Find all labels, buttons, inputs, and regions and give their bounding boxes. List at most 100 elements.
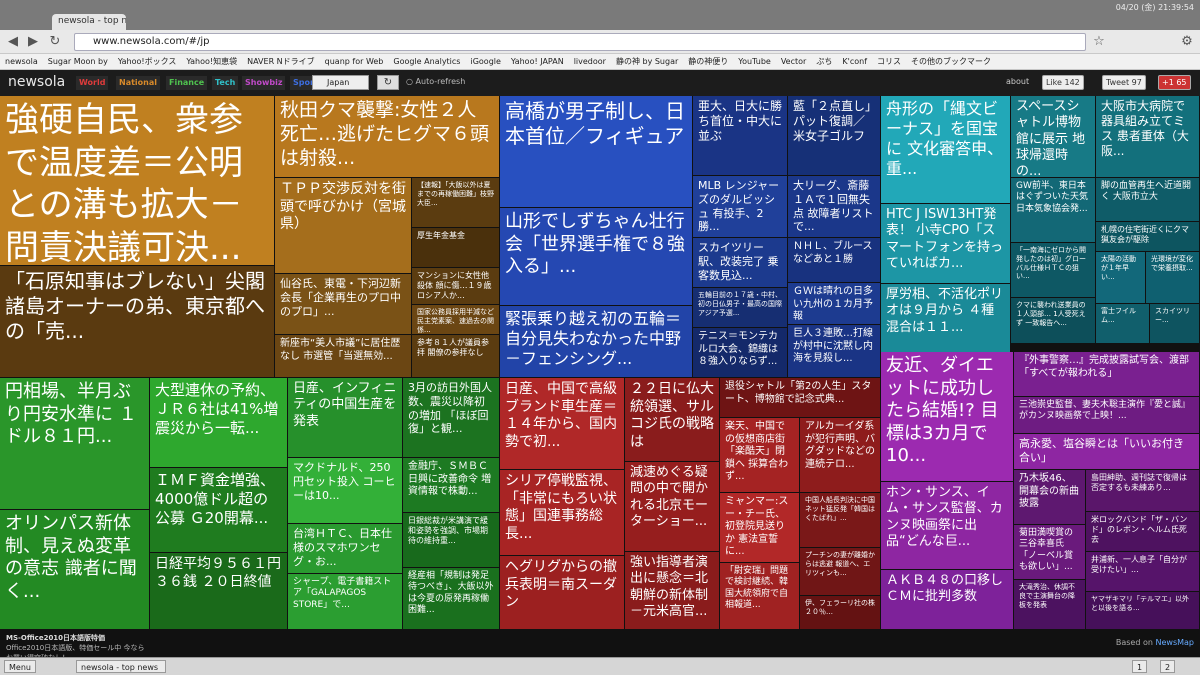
news-tile[interactable]: テニス＝モンテカルロ大会、錦織は８強入りならず... [693, 328, 788, 378]
news-tile[interactable]: 伊、フェラーリ社の株２０％… [800, 596, 881, 630]
taskbar-window[interactable]: newsola - top news at [76, 660, 166, 673]
category-showbiz[interactable]: Showbiz [242, 76, 286, 90]
news-tile[interactable]: 秋田クマ襲撃:女性２人死亡…逃げたヒグマ６頭は射殺... [275, 96, 500, 178]
bookmark-item[interactable]: Yahoo! JAPAN [506, 55, 569, 68]
bookmark-item[interactable]: quanp for Web [320, 55, 389, 68]
news-tile[interactable]: ＩＭＦ資金増強、4000億ドル超の公募 Ｇ20開幕... [150, 468, 288, 553]
back-icon[interactable]: ◀ [4, 33, 22, 51]
news-tile[interactable]: 「尉安瑞」問題で検討継続、韓国大統領府で自相報道... [720, 563, 800, 630]
news-tile[interactable]: HTC J ISW13HT発表！ 小寺CPO「スマートフォンを持っていればカ..… [881, 204, 1011, 284]
bookmark-item[interactable]: YouTube [733, 55, 776, 68]
news-tile[interactable]: 強い指導者演出に懸念＝北朝鮮の新体制－元米高官... [625, 552, 720, 630]
news-tile[interactable]: 大滝秀治、休調不良で主演舞台の降板を発表 [1014, 580, 1086, 630]
news-tile[interactable]: 島田紳助、週刊誌で復帰は否定するも未練あり... [1086, 470, 1200, 512]
news-tile[interactable]: ＡＫＢ４８の口移しＣＭに批判多数 [881, 570, 1014, 630]
auto-refresh-toggle[interactable]: ○ Auto-refresh [406, 77, 465, 86]
news-tile[interactable]: 山形でしずちゃん壮行会「世界選手権で８強入る」... [500, 208, 693, 306]
address-bar[interactable]: www.newsola.com/#/jp [74, 33, 1086, 51]
news-tile[interactable]: ヘグリグからの撤兵表明＝南スーダン [500, 556, 625, 630]
wrench-icon[interactable]: ⚙ [1178, 33, 1196, 51]
news-tile[interactable]: 3月の訪日外国人数、震災以降初の増加 「ほぼ回復」と観... [403, 378, 500, 458]
bookmark-item[interactable]: ぷち [811, 54, 837, 69]
language-select[interactable]: Japan [312, 75, 369, 90]
news-tile[interactable]: MLB レンジャーズのダルビッシュ 有投手、2勝... [693, 176, 788, 238]
news-tile[interactable]: 日産、インフィニティの中国生産を発表 [288, 378, 403, 458]
news-tile[interactable]: 日銀総裁が米講演で緩和姿勢を強調、市場期待の維持重... [403, 513, 500, 568]
bookmark-item[interactable]: newsola [0, 55, 43, 68]
category-finance[interactable]: Finance [166, 76, 208, 90]
news-tile[interactable]: 日経平均９５６１円３６銭 ２０日終値 [150, 553, 288, 630]
site-logo[interactable]: newsola [8, 74, 65, 90]
news-tile[interactable]: 退役シャトル「第2の人生」スタート、博物館で記念式典... [720, 378, 881, 418]
news-tile[interactable]: 太陽の活動が１年早い... [1096, 252, 1146, 304]
news-tile[interactable]: ヤマザキマリ「テルマエ」以外と以後を語る... [1086, 592, 1200, 630]
bookmark-item[interactable]: iGoogle [465, 55, 505, 68]
news-tile[interactable]: GW前半、東日本はぐずついた天気 日本気象協会発... [1011, 178, 1096, 243]
start-menu-button[interactable]: Menu [4, 660, 36, 673]
plusone-button[interactable]: +1 65 [1158, 75, 1191, 90]
news-tile[interactable]: マンションに女性他殺体 顔に傷…１９歳ロシア人か... [412, 268, 500, 305]
news-tile[interactable]: 経産相「規制は発足待つべき」、大飯以外は今夏の原発再稼働困難... [403, 568, 500, 630]
news-tile[interactable]: 「一南海にゼロから開発したのは初」グローバル仕様ＨＴＣの狙い... [1011, 243, 1096, 298]
reload-icon[interactable]: ↻ [46, 33, 64, 51]
news-tile[interactable]: クマに襲われ送業員の１人頭部… 1人受死えず 一致報告へ... [1011, 298, 1096, 344]
news-tile[interactable]: 緊張乗り越え初の五輪＝自分見失わなかった中野－フェンシング... [500, 306, 693, 378]
news-tile[interactable]: 巨人３連敗…打線が村中に沈黙し内海を見殺し... [788, 325, 881, 378]
news-tile[interactable]: 参考８１人が議員参拝 閣僚の参拝なし [412, 335, 500, 378]
bookmark-item[interactable]: Yahoo!ボックス [113, 54, 182, 69]
news-tile[interactable]: 『外事警察…』完成披露試写会、渡部「すべてが報われる」 [1014, 352, 1200, 397]
news-tile[interactable]: 五輪目前の１７歳・中村、初の日仏男子・最高の国際アジア予選... [693, 288, 788, 328]
bookmark-item[interactable]: Vector [776, 55, 812, 68]
news-tile[interactable]: 光環境が変化で栄養摂取... [1146, 252, 1200, 304]
news-tile[interactable]: 亜大、日大に勝ち首位・中大に並ぶ [693, 96, 788, 176]
news-tile[interactable]: 厚生年金基金 [412, 228, 500, 268]
news-tile[interactable]: スカイツリー駅、改装完了 乗客数見込... [693, 238, 788, 288]
about-link[interactable]: about [1006, 77, 1029, 86]
news-tile[interactable]: 【速報】「大飯以外は夏までの再稼働困難」枝野大臣... [412, 178, 500, 228]
news-tile[interactable]: 友近、ダイエットに成功したら結婚!? 目標は3カ月で10... [881, 352, 1014, 482]
news-tile[interactable]: ＧＷは晴れの日多い九州の１カ月予報 [788, 283, 881, 325]
news-tile[interactable]: 金融庁、ＳＭＢＣ日興に改善命令 増資情報で株動... [403, 458, 500, 513]
news-tile[interactable]: 新座市“美人市議”に居住歴なし 市選管「当選無効... [275, 335, 412, 378]
refresh-button[interactable]: ↻ [377, 75, 399, 90]
news-tile[interactable]: 乃木坂46、開幕会の新曲披露 [1014, 470, 1086, 525]
bookmark-item[interactable]: Sugar Moon by [43, 55, 113, 68]
news-tile[interactable]: スペースシャトル博物館に展示 地球帰還時の... [1011, 96, 1096, 178]
workspace-2[interactable]: 2 [1160, 660, 1176, 673]
news-tile[interactable]: 中国人船長判決に中国ネット猛反発「韓国はくたばれ」... [800, 493, 881, 548]
news-tile[interactable]: 菊田満喫賞の三谷幸喜氏「ノーベル賞も欲しい」... [1014, 525, 1086, 580]
bookmark-item[interactable]: 静の神便り [683, 54, 733, 69]
star-icon[interactable]: ☆ [1090, 33, 1108, 51]
news-tile[interactable]: 仙谷氏、東電・下河辺新会長「企業再生のプロ中のプロ」... [275, 274, 412, 335]
news-tile[interactable]: 大リーグ、斎藤１Ａで１回無失点 故障者リストで... [788, 176, 881, 238]
news-tile[interactable]: 台湾ＨＴＣ、日本仕様のスマホワンセグ・お... [288, 524, 403, 574]
news-tile[interactable]: ミャンマー:スー・チー氏、初登院見送りか 憲法宣誓に... [720, 493, 800, 563]
news-tile[interactable]: 減速めぐる疑問の中で開かれる北京モーターショー... [625, 462, 720, 552]
news-tile[interactable]: 藍「２点直し」パット復調／米女子ゴルフ [788, 96, 881, 176]
tweet-button[interactable]: Tweet 97 [1102, 75, 1146, 90]
news-tile[interactable]: 「石原知事はブレない」尖閣諸島オーナーの弟、東京都への「売... [0, 266, 275, 378]
news-tile[interactable]: 大阪市大病院で器具組み立てミス 患者重体（大阪... [1096, 96, 1200, 178]
news-tile[interactable]: 大型連休の予約、ＪＲ６社は41%増 震災から一転... [150, 378, 288, 468]
news-tile[interactable]: 国家公務員採用半減など民主党素案、速過去の関係... [412, 305, 500, 335]
news-tile[interactable]: 舟形の「縄文ビーナス」を国宝に 文化審答申、重... [881, 96, 1011, 204]
ad-title[interactable]: MS-Office2010日本語版特価 [6, 633, 1194, 643]
news-tile[interactable]: シリア停戦監視、「非常にもろい状態」国連事務総長... [500, 470, 625, 556]
news-tile[interactable]: 高橋が男子制し、日本首位／フィギュア [500, 96, 693, 208]
news-tile[interactable]: ２２日に仏大統領選、サルコジ氏の戦略は [625, 378, 720, 462]
bookmark-item[interactable]: その他のブックマーク [906, 54, 996, 69]
category-national[interactable]: National [116, 76, 160, 90]
category-world[interactable]: World [76, 76, 109, 90]
newsmap-link[interactable]: NewsMap [1156, 638, 1195, 647]
news-tile[interactable]: 脚の血管再生へ近道開く 大阪市立大 [1096, 178, 1200, 222]
news-tile[interactable]: 円相場、半月ぶり円安水準に １ドル８１円... [0, 378, 150, 510]
news-tile[interactable]: 強硬自民、衆参で温度差＝公明との溝も拡大－問責決議可決... [0, 96, 275, 266]
news-tile[interactable]: スカイツリー... [1150, 304, 1200, 344]
news-tile[interactable]: 米ロックバンド「ザ・バンド」のレボン・ヘルム氏死去 [1086, 512, 1200, 552]
news-tile[interactable]: マクドナルド、250円セット投入 コーヒーは10... [288, 458, 403, 524]
news-tile[interactable]: 井浦新、一人息子「自分が受けたい」... [1086, 552, 1200, 592]
bookmark-item[interactable]: K'conf [837, 55, 872, 68]
news-tile[interactable]: ホン・サンス、イム・サンス監督、カンヌ映画祭に出品“どんな巨... [881, 482, 1014, 570]
bookmark-item[interactable]: 静の神 by Sugar [611, 54, 683, 69]
news-tile[interactable]: ＮＨＬ、ブルースなどあと１勝 [788, 238, 881, 283]
